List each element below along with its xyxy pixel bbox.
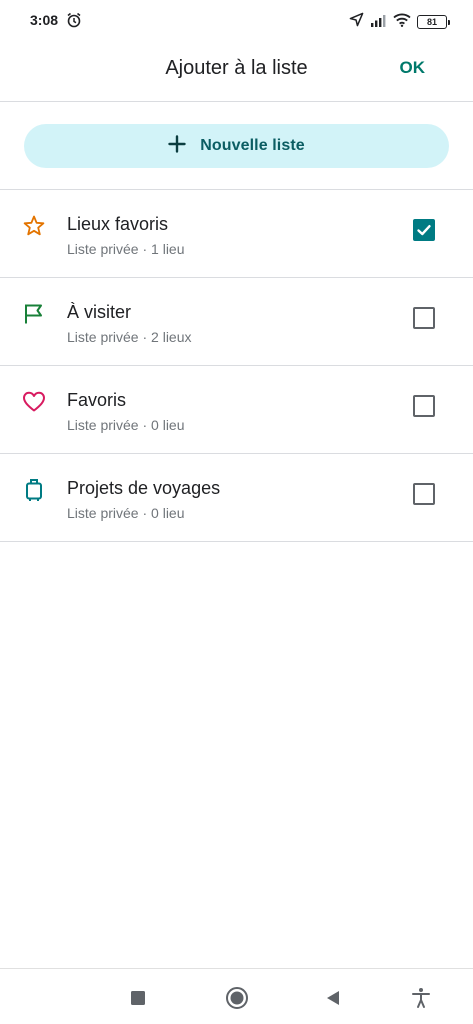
home-icon[interactable] — [225, 986, 249, 1015]
new-list-label: Nouvelle liste — [200, 137, 305, 154]
list-title: À visiter — [67, 302, 132, 322]
status-time: 3:08 — [30, 12, 59, 28]
heart-icon — [22, 390, 46, 414]
luggage-icon — [22, 478, 46, 502]
navigation-bar — [0, 968, 473, 1024]
list-item-lieux-favoris[interactable]: Lieux favoris Liste privée · 1 lieu — [0, 190, 473, 278]
list-title: Lieux favoris — [67, 214, 169, 234]
back-icon[interactable] — [325, 990, 341, 1011]
wifi-icon — [393, 13, 411, 32]
list-item-projets-de-voyages[interactable]: Projets de voyages Liste privée · 0 lieu — [0, 454, 473, 542]
list-item-a-visiter[interactable]: À visiter Liste privée · 2 lieux — [0, 278, 473, 366]
list-item-favoris[interactable]: Favoris Liste privée · 0 lieu — [0, 366, 473, 454]
list-checkbox[interactable] — [413, 395, 435, 417]
status-bar: 3:08 81 — [0, 0, 473, 42]
recents-icon[interactable] — [130, 990, 146, 1011]
alarm-icon — [66, 12, 82, 33]
new-list-button[interactable]: Nouvelle liste — [24, 124, 449, 168]
list-title: Projets de voyages — [67, 478, 221, 498]
list-title: Favoris — [67, 390, 127, 410]
top-bar: Ajouter à la liste OK — [0, 42, 473, 102]
accessibility-icon[interactable] — [411, 987, 431, 1014]
ok-button[interactable]: OK — [400, 58, 426, 78]
list-subtitle: Liste privée · 2 lieux — [67, 329, 192, 345]
saved-lists: Lieux favoris Liste privée · 1 lieu À vi… — [0, 189, 473, 542]
battery-icon: 81 — [417, 15, 450, 29]
list-checkbox-checked[interactable] — [413, 219, 435, 241]
star-icon — [22, 214, 46, 238]
status-icons: 81 — [349, 12, 450, 32]
list-subtitle: Liste privée · 1 lieu — [67, 241, 185, 257]
plus-icon — [168, 134, 186, 158]
list-checkbox[interactable] — [413, 483, 435, 505]
list-subtitle: Liste privée · 0 lieu — [67, 505, 185, 521]
flag-icon — [22, 302, 46, 326]
battery-level: 81 — [426, 17, 437, 27]
list-subtitle: Liste privée · 0 lieu — [67, 417, 185, 433]
signal-icon — [370, 13, 387, 32]
list-checkbox[interactable] — [413, 307, 435, 329]
location-icon — [349, 12, 364, 32]
